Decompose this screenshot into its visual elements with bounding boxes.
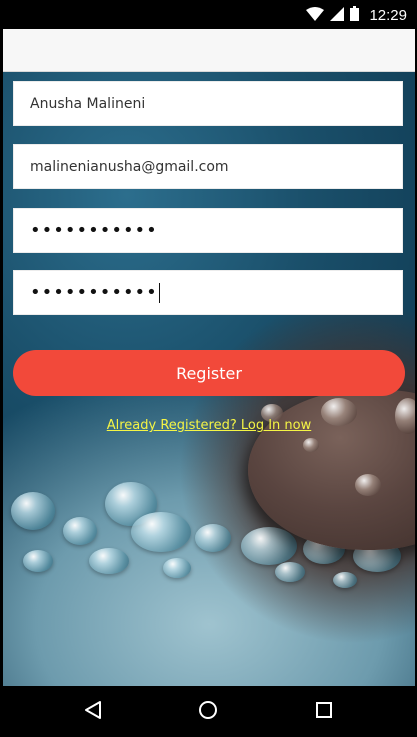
wifi-icon <box>306 6 325 25</box>
home-button[interactable] <box>195 699 221 725</box>
app-bar <box>3 29 415 72</box>
password-value: ••••••••••• <box>30 220 158 241</box>
email-value: malinenianusha@gmail.com <box>30 158 229 175</box>
home-icon <box>198 700 218 724</box>
name-field[interactable]: Anusha Malineni <box>13 81 403 126</box>
content-area: Anusha Malineni malinenianusha@gmail.com… <box>3 72 415 686</box>
recents-button[interactable] <box>311 699 337 725</box>
phone-screen: 12:29 Anusha Malineni malinenianusha@gma… <box>0 0 417 737</box>
register-label: Register <box>176 363 242 383</box>
confirm-password-value: ••••••••••• <box>30 282 158 303</box>
email-field[interactable]: malinenianusha@gmail.com <box>13 144 403 189</box>
status-time: 12:29 <box>369 6 407 24</box>
status-bar: 12:29 <box>0 0 417 29</box>
battery-icon <box>350 5 360 25</box>
status-icons: 12:29 <box>306 4 407 26</box>
recents-icon <box>315 701 333 723</box>
back-button[interactable] <box>80 699 106 725</box>
text-caret <box>158 282 160 303</box>
login-link[interactable]: Already Registered? Log In now <box>3 418 415 433</box>
register-button[interactable]: Register <box>13 350 405 396</box>
name-value: Anusha Malineni <box>30 95 146 112</box>
signal-icon <box>330 6 345 25</box>
back-icon <box>84 700 102 724</box>
confirm-password-field[interactable]: ••••••••••• <box>13 270 403 315</box>
password-field[interactable]: ••••••••••• <box>13 208 403 253</box>
navigation-bar <box>0 687 417 737</box>
